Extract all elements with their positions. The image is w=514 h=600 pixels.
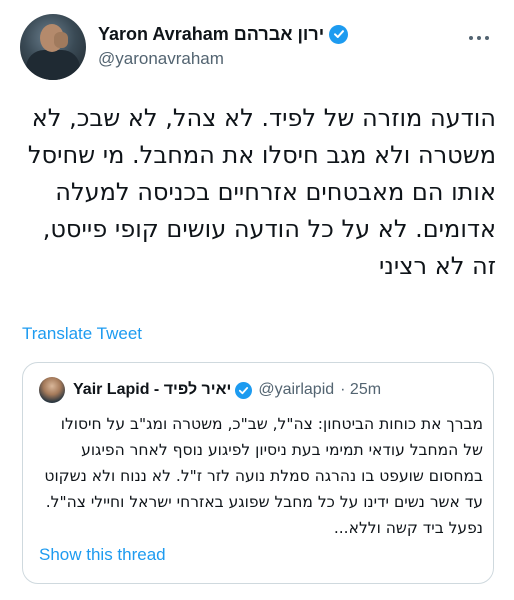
tweet-text: הודעה מוזרה של לפיד. לא צהל, לא שבכ, לא … bbox=[27, 104, 496, 280]
more-options-icon[interactable] bbox=[466, 28, 492, 48]
quoted-tweet[interactable]: Yair Lapid - יאיר לפיד @yairlapid · 25m … bbox=[22, 362, 494, 584]
quoted-tweet-time[interactable]: · 25m bbox=[340, 381, 381, 399]
verified-badge-icon bbox=[329, 24, 349, 44]
author-avatar[interactable] bbox=[20, 14, 86, 80]
avatar-figure-hand bbox=[54, 32, 68, 48]
tweet-header: Yaron Avraham ירון אברהם @yaronavraham bbox=[20, 14, 494, 80]
author-handle[interactable]: @yaronavraham bbox=[98, 48, 348, 70]
show-thread-link[interactable]: Show this thread bbox=[39, 545, 166, 565]
verified-badge-icon bbox=[235, 381, 253, 399]
author-display-name[interactable]: Yaron Avraham ירון אברהם bbox=[98, 23, 324, 45]
author-names: Yaron Avraham ירון אברהם @yaronavraham bbox=[98, 23, 349, 70]
author-display-name-row[interactable]: Yaron Avraham ירון אברהם bbox=[98, 23, 349, 45]
quoted-author-handle[interactable]: @yairlapid bbox=[258, 381, 334, 399]
translate-tweet-link[interactable]: Translate Tweet bbox=[22, 324, 142, 344]
quoted-author-avatar[interactable] bbox=[39, 377, 65, 403]
avatar-figure-body bbox=[26, 50, 80, 80]
quoted-tweet-text: מברך את כוחות הביטחון: צה"ל, שב"כ, משטרה… bbox=[44, 415, 483, 537]
quoted-tweet-header: Yair Lapid - יאיר לפיד @yairlapid · 25m bbox=[39, 377, 381, 403]
quoted-author-display-name[interactable]: Yair Lapid - יאיר לפיד bbox=[73, 381, 231, 399]
quoted-author-name-row[interactable]: Yair Lapid - יאיר לפיד bbox=[73, 381, 253, 399]
